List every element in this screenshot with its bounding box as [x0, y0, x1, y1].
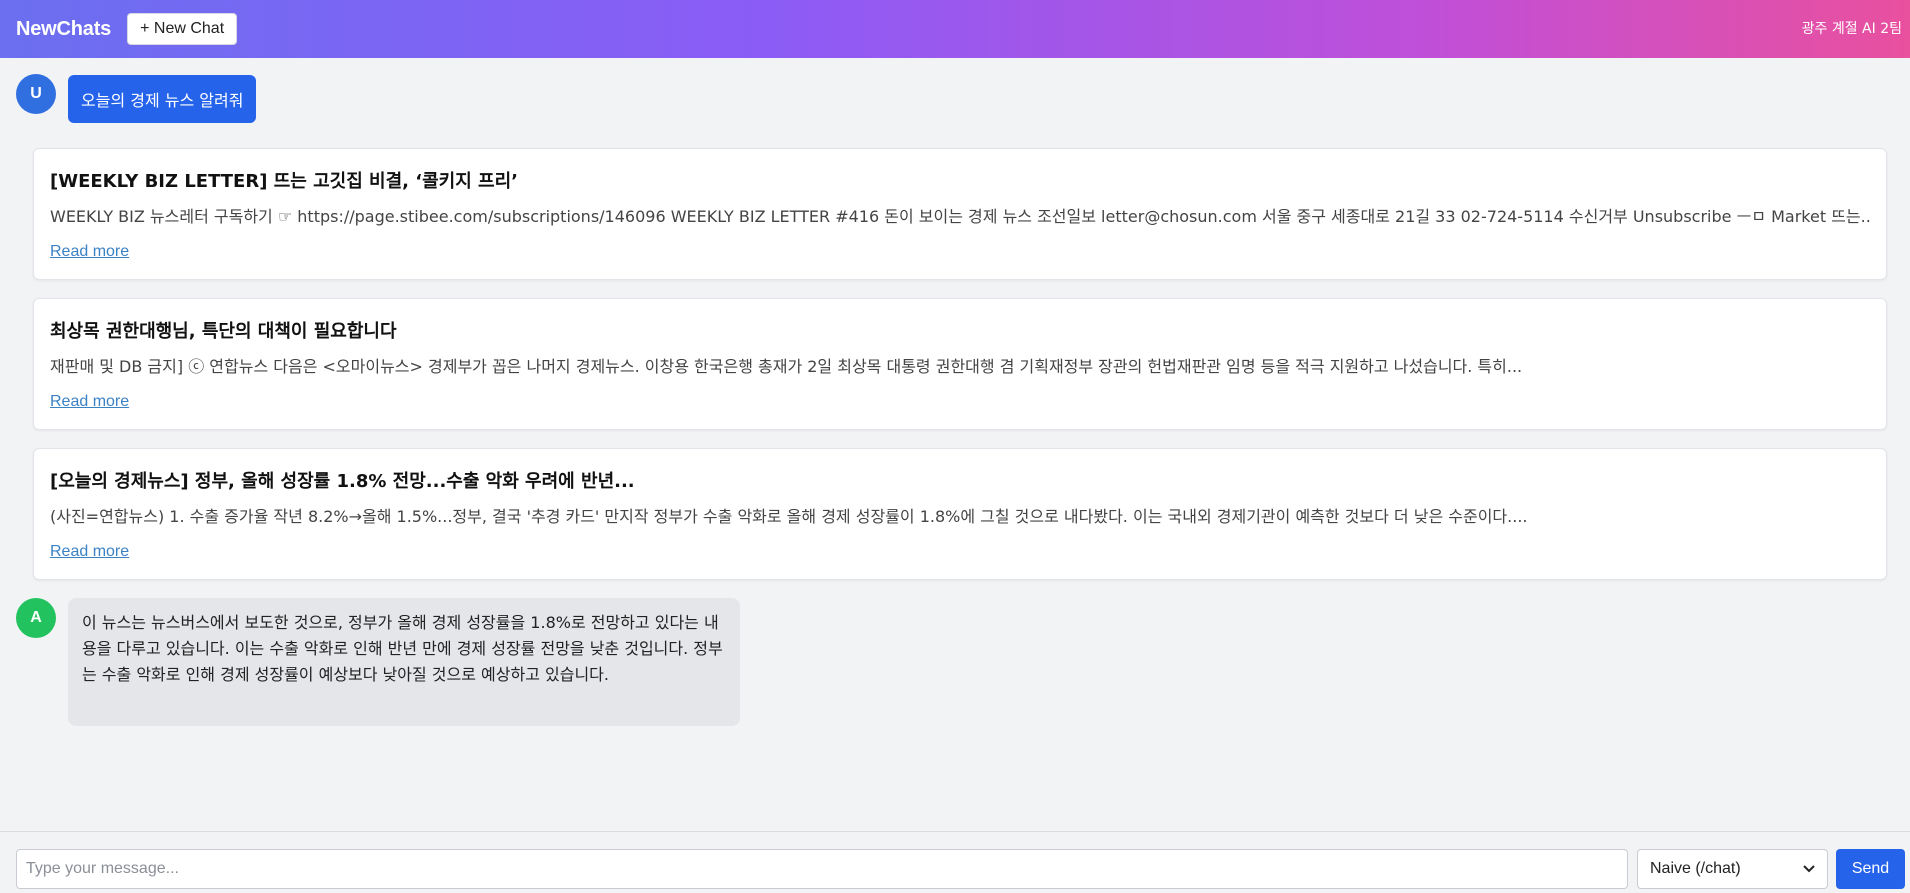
- read-more-link[interactable]: Read more: [50, 543, 129, 561]
- chat-area[interactable]: U 오늘의 경제 뉴스 알려줘 [WEEKLY BIZ LETTER] 뜨는 고…: [0, 58, 1910, 831]
- mode-select[interactable]: Naive (/chat): [1637, 849, 1828, 889]
- mode-select-value: Naive (/chat): [1650, 860, 1741, 877]
- news-snippet: 재판매 및 DB 금지] ⓒ 연합뉴스 다음은 <오마이뉴스> 경제부가 꼽은 …: [50, 357, 1523, 376]
- news-title: 최상목 권한대행님, 특단의 대책이 필요합니다: [50, 321, 397, 342]
- read-more-link[interactable]: Read more: [50, 243, 129, 261]
- new-chat-button[interactable]: + New Chat: [127, 13, 238, 45]
- user-avatar: U: [16, 74, 56, 114]
- assistant-message: 이 뉴스는 뉴스버스에서 보도한 것으로, 정부가 올해 경제 성장률을 1.8…: [68, 598, 740, 726]
- send-button[interactable]: Send: [1836, 849, 1905, 889]
- assistant-avatar: A: [16, 598, 56, 638]
- chevron-down-icon: [1803, 862, 1815, 876]
- news-card: [오늘의 경제뉴스] 정부, 올해 성장률 1.8% 전망...수출 악화 우려…: [33, 448, 1887, 580]
- news-snippet: (사진=연합뉴스) 1. 수출 증가율 작년 8.2%→올해 1.5%...정부…: [50, 507, 1528, 526]
- news-title: [오늘의 경제뉴스] 정부, 올해 성장률 1.8% 전망...수출 악화 우려…: [50, 471, 635, 492]
- team-label: 광주 계절 AI 2팀: [1801, 21, 1902, 37]
- news-title: [WEEKLY BIZ LETTER] 뜨는 고깃집 비결, ‘콜키지 프리’: [50, 171, 519, 192]
- app-brand[interactable]: NewChats: [16, 18, 111, 41]
- message-input[interactable]: [16, 849, 1628, 889]
- news-card: [WEEKLY BIZ LETTER] 뜨는 고깃집 비결, ‘콜키지 프리’ …: [33, 148, 1887, 280]
- user-message: 오늘의 경제 뉴스 알려줘: [68, 75, 257, 123]
- input-bar: Naive (/chat) Send: [0, 831, 1910, 893]
- news-card: 최상목 권한대행님, 특단의 대책이 필요합니다 재판매 및 DB 금지] ⓒ …: [33, 298, 1887, 430]
- news-snippet: WEEKLY BIZ 뉴스레터 구독하기 ☞ https://page.stib…: [50, 207, 1870, 226]
- app-header: NewChats + New Chat 광주 계절 AI 2팀: [0, 0, 1910, 58]
- read-more-link[interactable]: Read more: [50, 393, 129, 411]
